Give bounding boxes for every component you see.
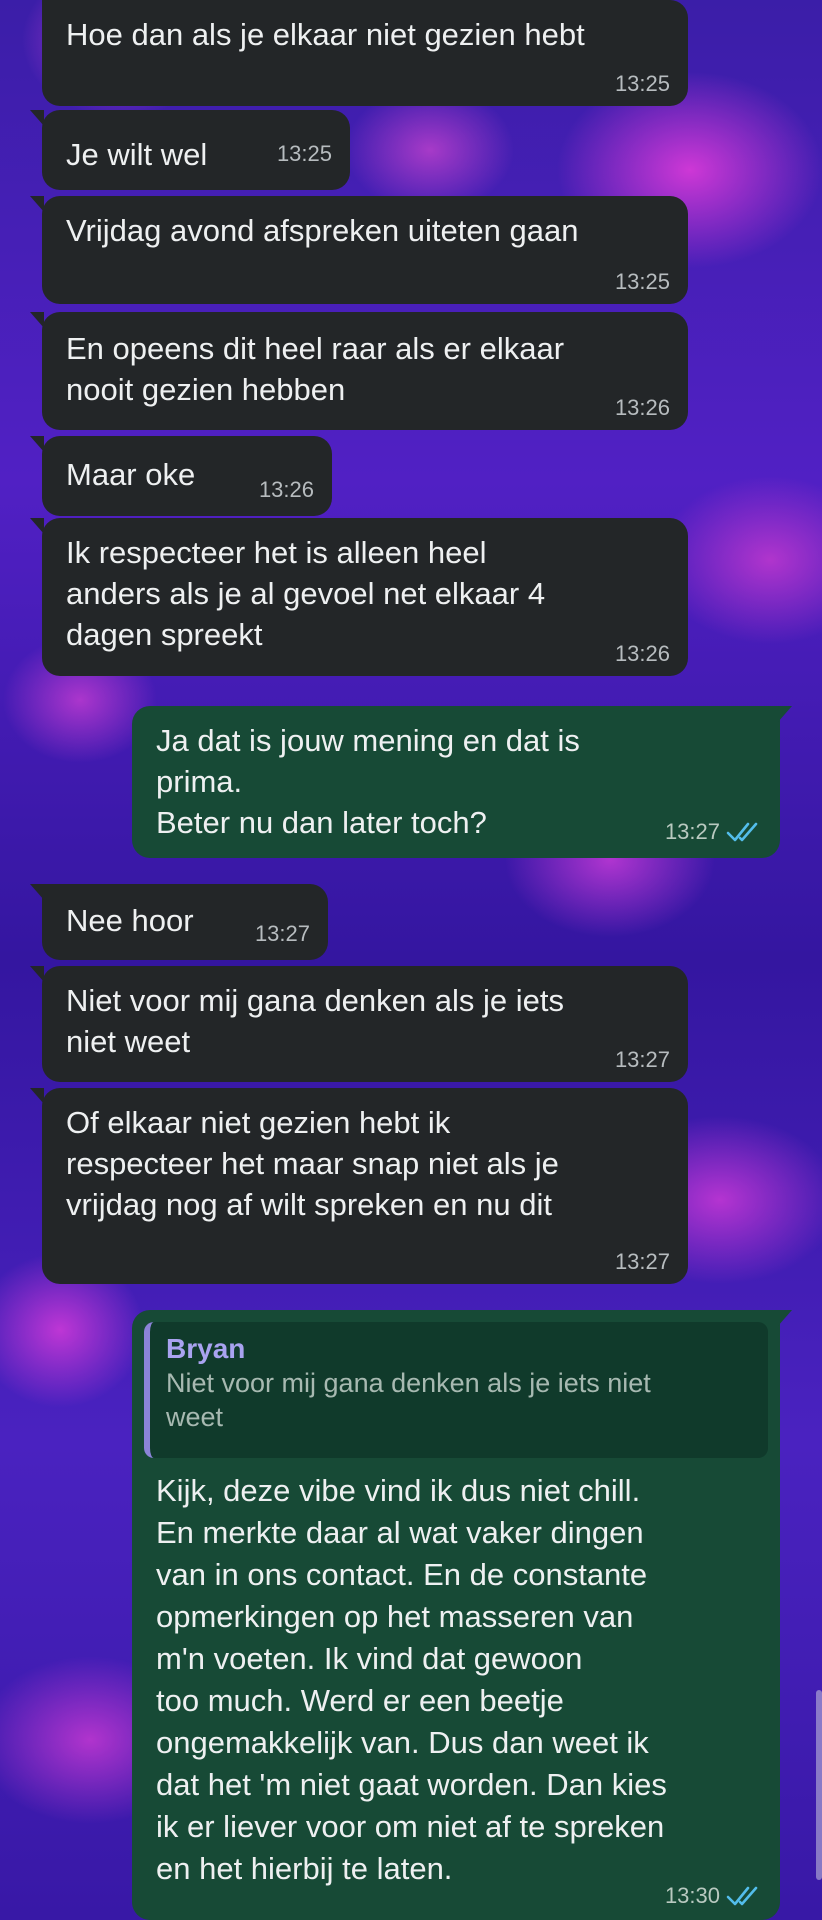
scrollbar-thumb[interactable] <box>816 1690 822 1880</box>
message-text: En opeens dit heel raar als er elkaar no… <box>66 331 565 407</box>
bubble-tail <box>30 110 44 126</box>
message-incoming[interactable]: Vrijdag avond afspreken uiteten gaan 13:… <box>30 196 688 304</box>
message-text: Niet voor mij gana denken als je iets ni… <box>66 983 564 1059</box>
message-text: Of elkaar niet gezien hebt ik respecteer… <box>66 1105 559 1222</box>
message-time: 13:27 <box>664 819 720 844</box>
double-check-icon <box>726 1885 760 1912</box>
message-outgoing[interactable]: Ja dat is jouw mening en dat is prima. B… <box>132 706 792 858</box>
message-time: 13:26 <box>258 477 314 502</box>
message-time: 13:27 <box>614 1249 670 1274</box>
quoted-author: Bryan <box>166 1333 246 1364</box>
message-time-status: 13:30 <box>665 1884 760 1912</box>
message-time: 13:25 <box>614 71 670 96</box>
message-incoming[interactable]: Nee hoor 13:27 <box>30 884 328 960</box>
message-text: Vrijdag avond afspreken uiteten gaan <box>66 213 579 248</box>
message-outgoing-reply[interactable]: Bryan Niet voor mij gana denken als je i… <box>132 1310 792 1920</box>
bubble-tail <box>778 1310 792 1326</box>
bubble-tail <box>30 1088 44 1104</box>
bubble-tail <box>778 706 792 722</box>
message-time: 13:26 <box>614 641 670 666</box>
message-time: 13:26 <box>614 395 670 420</box>
bubble-tail <box>30 518 44 534</box>
double-check-icon <box>726 821 760 848</box>
bubble-tail <box>30 196 44 212</box>
quoted-text: Niet voor mij gana denken als je iets ni… <box>166 1368 651 1432</box>
message-incoming[interactable]: Je wilt wel 13:25 <box>30 110 350 190</box>
message-incoming[interactable]: Maar oke 13:26 <box>30 436 332 516</box>
message-incoming[interactable]: Of elkaar niet gezien hebt ik respecteer… <box>30 1088 688 1284</box>
message-text: Hoe dan als je elkaar niet gezien hebt <box>66 17 585 52</box>
message-incoming[interactable]: En opeens dit heel raar als er elkaar no… <box>30 312 688 430</box>
message-time: 13:25 <box>276 141 332 166</box>
message-time: 13:30 <box>664 1883 720 1908</box>
quoted-message[interactable]: Bryan Niet voor mij gana denken als je i… <box>144 1322 768 1458</box>
bubble-tail <box>30 884 44 900</box>
message-time-status: 13:27 <box>665 820 760 848</box>
bubble-tail <box>30 312 44 328</box>
message-incoming[interactable]: Hoe dan als je elkaar niet gezien hebt 1… <box>42 0 688 106</box>
bubble-tail <box>30 436 44 452</box>
message-time: 13:27 <box>614 1047 670 1072</box>
bubble-tail <box>30 966 44 982</box>
message-time: 13:25 <box>614 269 670 294</box>
message-text: Ik respecteer het is alleen heel anders … <box>66 535 546 652</box>
message-incoming[interactable]: Niet voor mij gana denken als je iets ni… <box>30 966 688 1082</box>
message-incoming[interactable]: Ik respecteer het is alleen heel anders … <box>30 518 688 676</box>
message-text: Kijk, deze vibe vind ik dus niet chill. … <box>156 1473 667 1886</box>
message-time: 13:27 <box>254 921 310 946</box>
